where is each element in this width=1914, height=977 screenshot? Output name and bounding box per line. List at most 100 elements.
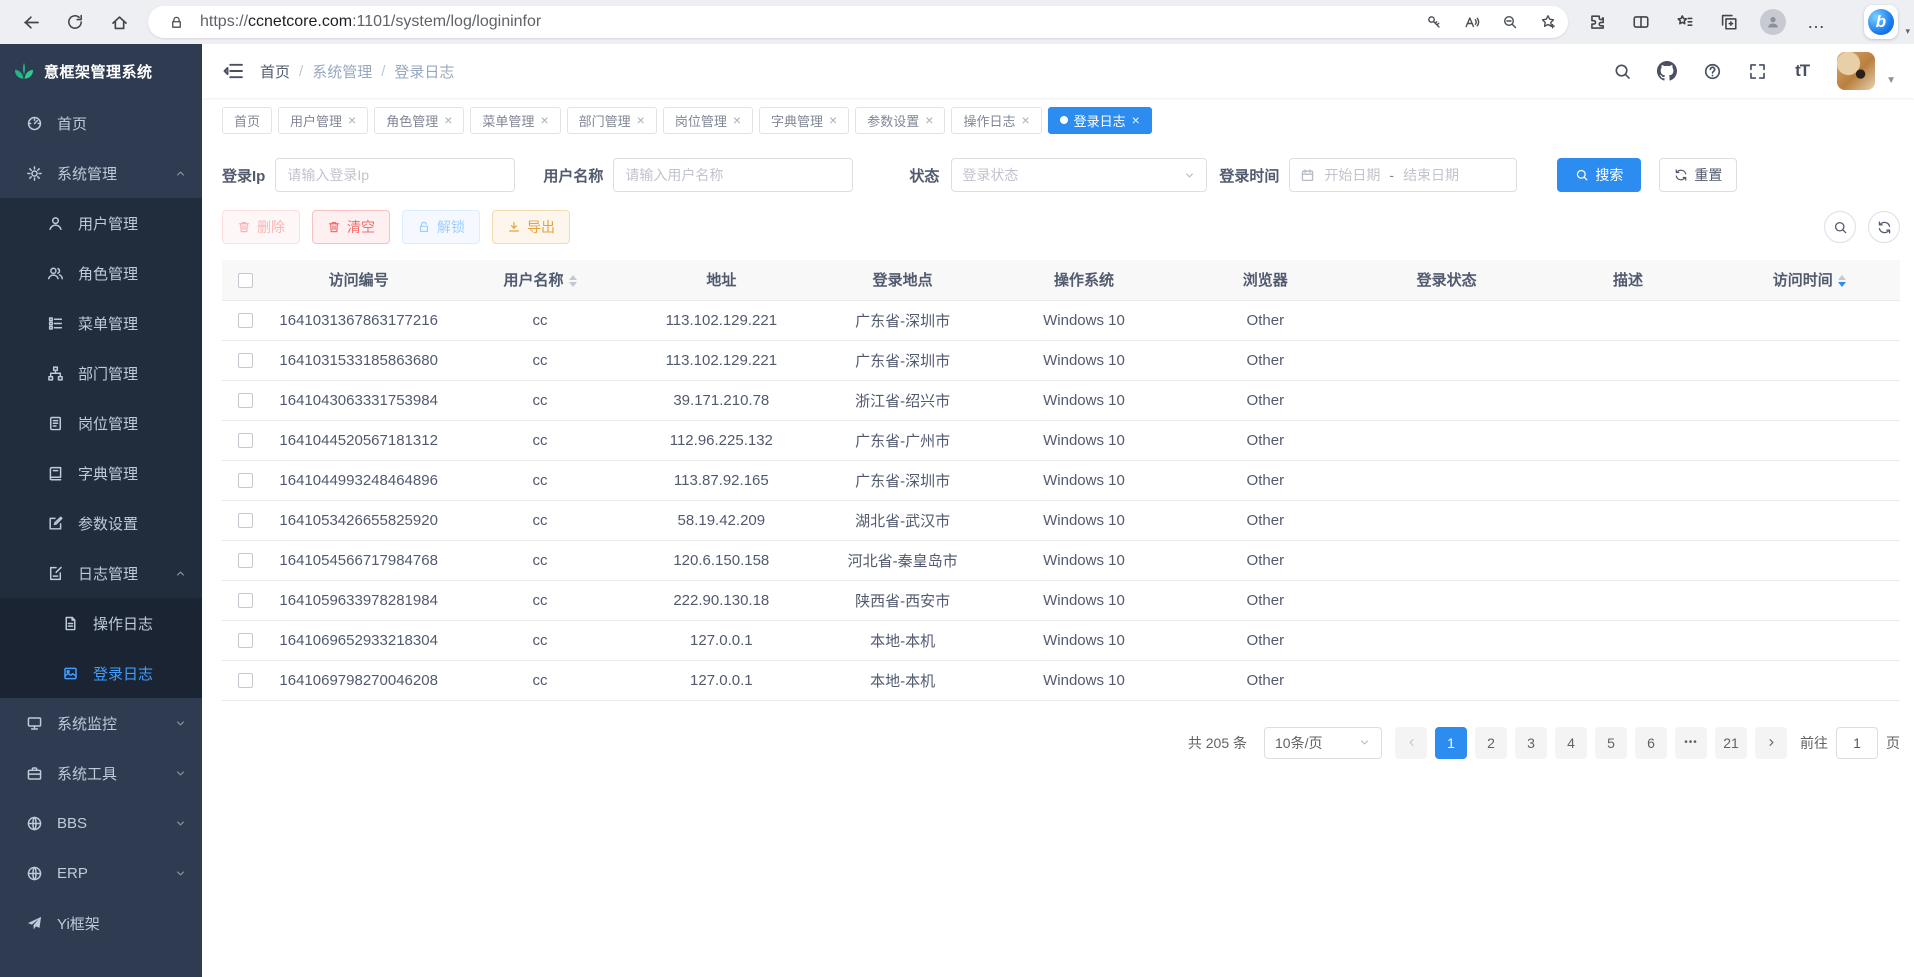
close-icon[interactable] <box>1132 113 1140 127</box>
user-avatar[interactable] <box>1837 52 1875 90</box>
page-button-3[interactable]: 3 <box>1515 727 1547 759</box>
prev-page-button[interactable] <box>1395 727 1427 759</box>
close-icon[interactable] <box>925 113 933 127</box>
delete-button[interactable]: 删除 <box>222 210 300 244</box>
tab-role-mgmt[interactable]: 角色管理 <box>374 107 464 134</box>
page-button-5[interactable]: 5 <box>1595 727 1627 759</box>
close-icon[interactable] <box>829 113 837 127</box>
address-bar[interactable]: https://ccnetcore.com:1101/system/log/lo… <box>148 6 1568 38</box>
close-icon[interactable] <box>637 113 645 127</box>
toggle-search-button[interactable] <box>1824 211 1856 243</box>
sidebar-item-menu-mgmt[interactable]: 菜单管理 <box>0 298 202 348</box>
close-icon[interactable] <box>733 113 741 127</box>
reset-button[interactable]: 重置 <box>1659 158 1737 192</box>
sidebar-item-bbs[interactable]: BBS <box>0 798 202 848</box>
tab-post-mgmt[interactable]: 岗位管理 <box>663 107 753 134</box>
more-pages-icon[interactable]: ••• <box>1675 727 1707 759</box>
close-icon[interactable] <box>348 113 356 127</box>
export-button[interactable]: 导出 <box>492 210 570 244</box>
browser-profile-avatar[interactable] <box>1758 7 1788 37</box>
breadcrumb-home[interactable]: 首页 <box>260 61 290 82</box>
row-checkbox[interactable] <box>238 593 253 608</box>
tab-dict-mgmt[interactable]: 字典管理 <box>759 107 849 134</box>
clear-button[interactable]: 清空 <box>312 210 390 244</box>
collections-icon[interactable] <box>1714 7 1744 37</box>
column-header[interactable]: 访问时间 <box>1773 272 1833 289</box>
row-checkbox[interactable] <box>238 633 253 648</box>
search-button[interactable]: 搜索 <box>1557 158 1641 192</box>
sidebar-item-param-settings[interactable]: 参数设置 <box>0 498 202 548</box>
sort-icons[interactable] <box>569 275 577 287</box>
sidebar-item-tools[interactable]: 系统工具 <box>0 748 202 798</box>
date-range-picker[interactable]: 开始日期 - 结束日期 <box>1289 158 1517 192</box>
page-size-select[interactable]: 10条/页 <box>1264 727 1382 759</box>
search-icon[interactable] <box>1612 61 1632 81</box>
sort-icons[interactable] <box>1838 275 1846 287</box>
page-button-6[interactable]: 6 <box>1635 727 1667 759</box>
tab-operation-log[interactable]: 操作日志 <box>951 107 1041 134</box>
tab-login-log[interactable]: 登录日志 <box>1048 107 1152 134</box>
goto-page-input[interactable] <box>1836 727 1878 759</box>
page-button-1[interactable]: 1 <box>1435 727 1467 759</box>
help-icon[interactable] <box>1702 61 1722 81</box>
browser-reload-button[interactable] <box>60 7 90 37</box>
tab-user-mgmt[interactable]: 用户管理 <box>278 107 368 134</box>
bing-chat-icon[interactable]: b▾ <box>1864 5 1898 39</box>
font-size-icon[interactable]: tT <box>1792 61 1812 81</box>
sidebar-item-system[interactable]: 系统管理 <box>0 148 202 198</box>
close-icon[interactable] <box>540 113 548 127</box>
tab-home[interactable]: 首页 <box>222 107 272 134</box>
sidebar-item-log-mgmt[interactable]: 日志管理 <box>0 548 202 598</box>
sidebar-item-login-log[interactable]: 登录日志 <box>0 648 202 698</box>
row-checkbox[interactable] <box>238 433 253 448</box>
page-button-2[interactable]: 2 <box>1475 727 1507 759</box>
row-checkbox[interactable] <box>238 313 253 328</box>
browser-more-icon[interactable]: … <box>1802 7 1832 37</box>
tab-dept-mgmt[interactable]: 部门管理 <box>567 107 657 134</box>
page-button-21[interactable]: 21 <box>1715 727 1747 759</box>
favorites-bar-icon[interactable] <box>1670 7 1700 37</box>
site-lock-icon[interactable] <box>162 8 190 36</box>
sidebar-item-dept-mgmt[interactable]: 部门管理 <box>0 348 202 398</box>
favorite-add-icon[interactable] <box>1534 8 1562 36</box>
sidebar-item-user-mgmt[interactable]: 用户管理 <box>0 198 202 248</box>
column-header[interactable]: 用户名称 <box>503 272 563 289</box>
select-all-checkbox[interactable] <box>238 273 253 288</box>
sidebar-item-erp[interactable]: ERP <box>0 848 202 898</box>
extensions-icon[interactable] <box>1582 7 1612 37</box>
close-icon[interactable] <box>444 113 452 127</box>
row-checkbox[interactable] <box>238 673 253 688</box>
status-select[interactable]: 登录状态 <box>951 158 1207 192</box>
fullscreen-icon[interactable] <box>1747 61 1767 81</box>
unlock-button[interactable]: 解锁 <box>402 210 480 244</box>
row-checkbox[interactable] <box>238 393 253 408</box>
page-button-4[interactable]: 4 <box>1555 727 1587 759</box>
row-checkbox[interactable] <box>238 473 253 488</box>
sidebar-item-post-mgmt[interactable]: 岗位管理 <box>0 398 202 448</box>
browser-back-button[interactable] <box>16 7 46 37</box>
tab-param-settings[interactable]: 参数设置 <box>855 107 945 134</box>
read-aloud-icon[interactable] <box>1458 8 1486 36</box>
refresh-table-button[interactable] <box>1868 211 1900 243</box>
row-checkbox[interactable] <box>238 353 253 368</box>
tab-menu-mgmt[interactable]: 菜单管理 <box>470 107 560 134</box>
sidebar-item-monitor[interactable]: 系统监控 <box>0 698 202 748</box>
url-text[interactable]: https://ccnetcore.com:1101/system/log/lo… <box>200 13 1410 31</box>
close-icon[interactable] <box>1021 113 1029 127</box>
row-checkbox[interactable] <box>238 553 253 568</box>
username-input[interactable] <box>613 158 853 192</box>
sidebar-item-home[interactable]: 首页 <box>0 98 202 148</box>
sidebar-item-role-mgmt[interactable]: 角色管理 <box>0 248 202 298</box>
password-key-icon[interactable] <box>1420 8 1448 36</box>
breadcrumb-system[interactable]: 系统管理 <box>312 61 372 82</box>
sidebar-item-operation-log[interactable]: 操作日志 <box>0 598 202 648</box>
login-ip-input[interactable] <box>275 158 515 192</box>
browser-home-button[interactable] <box>104 7 134 37</box>
zoom-out-icon[interactable] <box>1496 8 1524 36</box>
split-screen-icon[interactable] <box>1626 7 1656 37</box>
sidebar-item-dict-mgmt[interactable]: 字典管理 <box>0 448 202 498</box>
menu-fold-icon[interactable] <box>222 60 244 82</box>
sidebar-item-yi-framework[interactable]: Yi框架 <box>0 898 202 948</box>
next-page-button[interactable] <box>1755 727 1787 759</box>
row-checkbox[interactable] <box>238 513 253 528</box>
